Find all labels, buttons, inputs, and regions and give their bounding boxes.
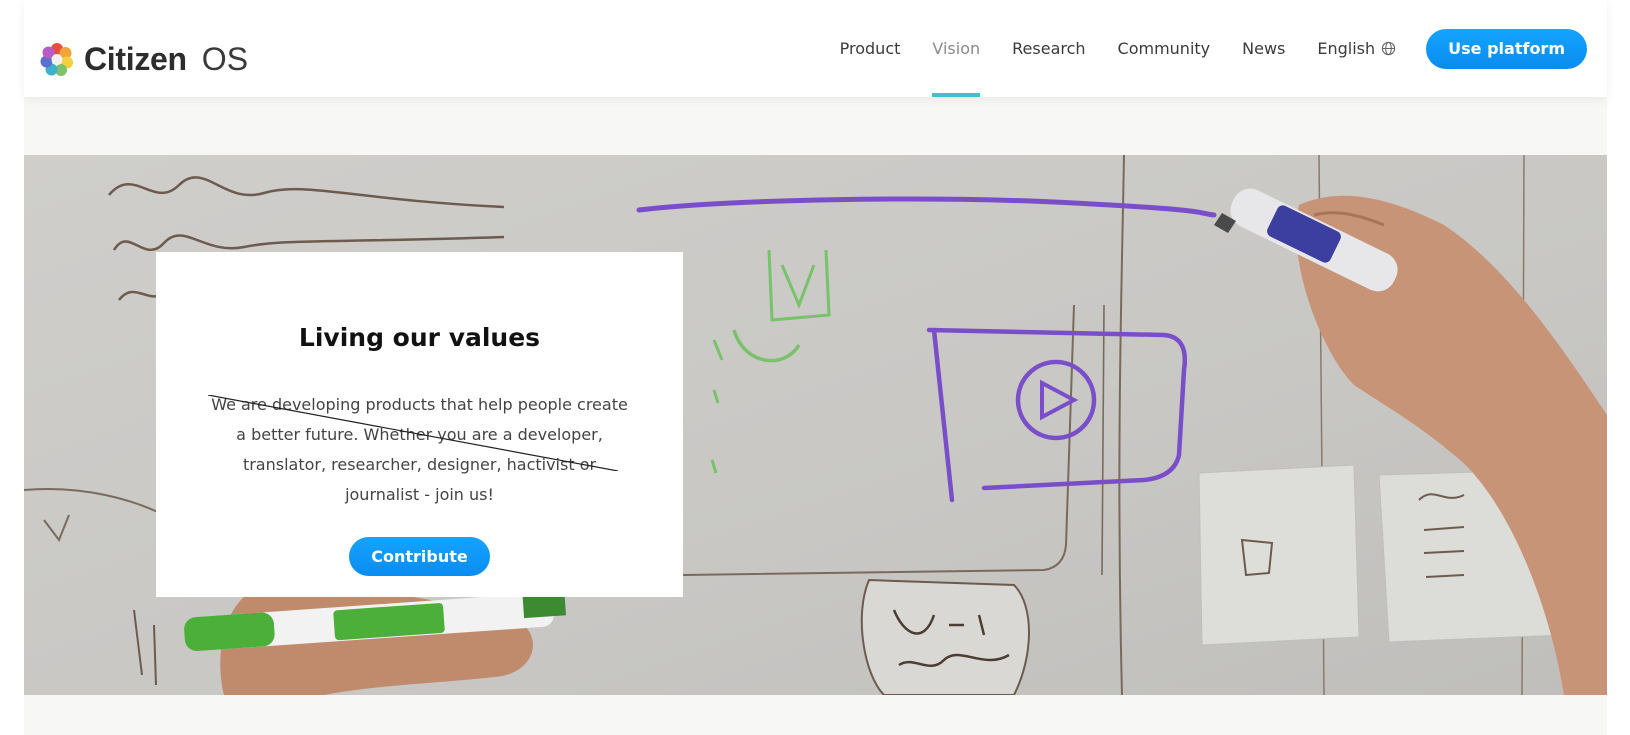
nav-vision[interactable]: Vision <box>916 0 996 97</box>
nav-news[interactable]: News <box>1226 0 1301 97</box>
main-navigation: Product Vision Research Community News E… <box>824 0 1607 97</box>
site-logo[interactable]: Citizen OS <box>38 40 248 78</box>
nav-product[interactable]: Product <box>824 0 917 97</box>
nav-product-label: Product <box>839 39 901 58</box>
language-label: English <box>1317 39 1376 58</box>
globe-icon <box>1382 41 1396 56</box>
language-selector[interactable]: English <box>1301 0 1412 97</box>
use-platform-button[interactable]: Use platform <box>1426 28 1587 69</box>
nav-research[interactable]: Research <box>996 0 1101 97</box>
card-title: Living our values <box>298 323 541 352</box>
nav-vision-label: Vision <box>932 39 981 58</box>
values-card: Living our values We are developing prod… <box>156 252 683 597</box>
nav-research-label: Research <box>1012 39 1086 58</box>
brand-name: Citizen <box>84 40 187 77</box>
nav-news-label: News <box>1242 39 1286 58</box>
nav-community-label: Community <box>1117 39 1211 58</box>
top-navigation-bar: Citizen OS Product Vision Research Commu… <box>24 0 1607 97</box>
card-description: We are developing products that help peo… <box>211 395 628 504</box>
brand-suffix: OS <box>201 40 249 77</box>
flower-logo-icon <box>40 43 73 76</box>
contribute-button[interactable]: Contribute <box>349 537 490 576</box>
hero-banner: Living our values We are developing prod… <box>24 155 1607 695</box>
nav-community[interactable]: Community <box>1102 0 1227 97</box>
